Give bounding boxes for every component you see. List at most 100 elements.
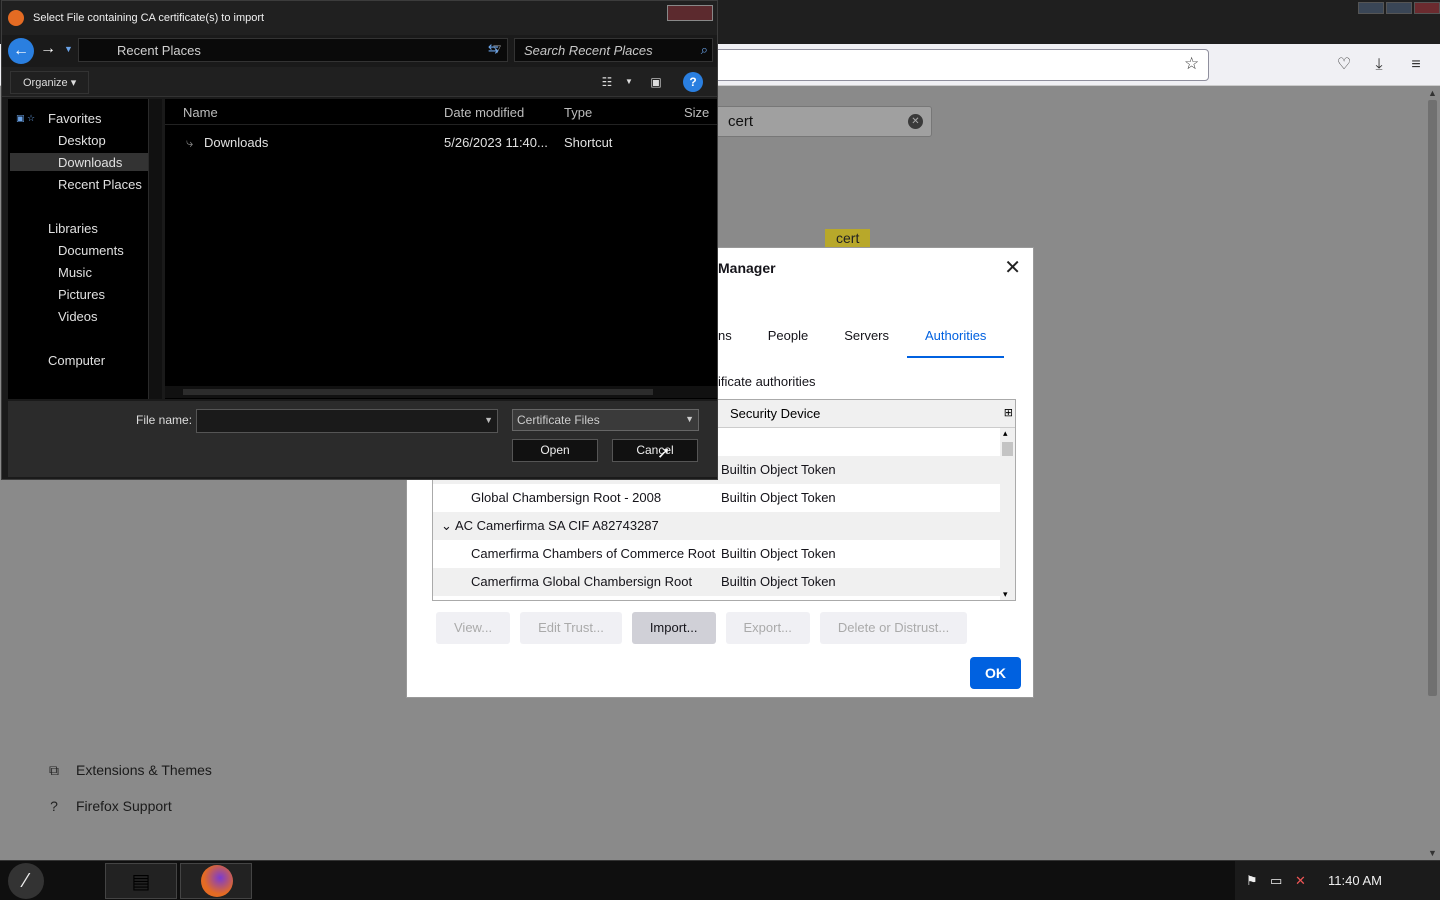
- navigation-pane: ▣ ☆ Favorites Desktop Downloads Recent Pl…: [8, 99, 162, 399]
- organize-button[interactable]: Organize ▾: [10, 71, 90, 94]
- column-type[interactable]: Type: [564, 105, 592, 120]
- view-button[interactable]: View...: [436, 612, 511, 644]
- page-scrollbar[interactable]: ▲ ▼: [1425, 86, 1440, 860]
- shortcut-icon: ⤷: [186, 135, 194, 150]
- nav-pictures[interactable]: Pictures: [58, 287, 105, 302]
- nav-libraries[interactable]: Libraries: [48, 221, 98, 236]
- url-bar[interactable]: ☆: [700, 49, 1209, 81]
- navigation-scrollbar[interactable]: [148, 99, 162, 399]
- nav-videos[interactable]: Videos: [58, 309, 98, 324]
- search-input[interactable]: Search Recent Places ⌕: [514, 38, 713, 62]
- history-dropdown-icon[interactable]: ▼: [64, 44, 73, 54]
- extensions-themes-link[interactable]: ⧉ Extensions & Themes: [46, 762, 212, 778]
- scroll-up-icon[interactable]: ▲: [1428, 88, 1437, 98]
- clear-search-icon[interactable]: ✕: [908, 114, 923, 129]
- address-text: Recent Places: [117, 43, 201, 58]
- cert-name: Global Chambersign Root - 2008: [471, 490, 662, 505]
- edit-trust-button[interactable]: Edit Trust...: [520, 612, 622, 644]
- firefox-icon: [201, 865, 233, 897]
- puzzle-icon: ⧉: [49, 762, 59, 778]
- cert-device: Builtin Object Token: [721, 490, 836, 505]
- minimize-button[interactable]: [1358, 2, 1384, 14]
- chevron-down-icon[interactable]: ▼: [484, 415, 493, 425]
- nav-recent-places[interactable]: Recent Places: [58, 177, 142, 192]
- scrollbar-thumb[interactable]: [183, 389, 653, 395]
- nav-music[interactable]: Music: [58, 265, 92, 280]
- scrollbar-thumb[interactable]: [1428, 100, 1437, 696]
- cert-device: Builtin Object Token: [721, 574, 836, 589]
- chevron-down-icon[interactable]: ⌄: [441, 518, 452, 534]
- nav-favorites[interactable]: ▣ ☆ Favorites: [16, 111, 101, 126]
- column-name[interactable]: Name: [183, 105, 218, 120]
- column-date-modified[interactable]: Date modified: [444, 105, 524, 120]
- table-row-group[interactable]: ⌄ AC Camerfirma SA CIF A82743287: [433, 512, 1000, 540]
- close-window-button[interactable]: [1414, 2, 1440, 14]
- nav-downloads[interactable]: Downloads: [58, 155, 122, 170]
- network-icon[interactable]: ▭: [1270, 873, 1282, 889]
- file-name-input[interactable]: ▼: [196, 409, 498, 433]
- address-bar[interactable]: Recent Places ▽: [78, 38, 508, 62]
- column-picker-icon[interactable]: ⊞: [1004, 406, 1013, 419]
- nav-label: Computer: [48, 353, 106, 368]
- flag-icon[interactable]: ⚑: [1246, 873, 1258, 889]
- forward-arrow-icon[interactable]: →: [40, 40, 56, 58]
- delete-distrust-button[interactable]: Delete or Distrust...: [819, 612, 968, 644]
- column-size[interactable]: Size: [684, 105, 709, 120]
- pocket-icon[interactable]: ♡: [1333, 54, 1355, 76]
- help-icon[interactable]: ?: [683, 72, 703, 92]
- maximize-button[interactable]: [1386, 2, 1412, 14]
- scroll-up-icon[interactable]: ▴: [1003, 428, 1008, 439]
- tab-bar: ns People Servers Authorities: [718, 316, 1005, 358]
- close-dialog-button[interactable]: [667, 5, 713, 21]
- clock[interactable]: 11:40 AM: [1328, 873, 1382, 888]
- scroll-down-icon[interactable]: ▾: [1003, 589, 1008, 600]
- command-bar: Organize ▾ ☷ ▼ ▣ ?: [2, 67, 717, 97]
- close-icon[interactable]: ✕: [1004, 258, 1021, 278]
- menu-icon[interactable]: ≡: [1405, 54, 1427, 76]
- ok-button[interactable]: OK: [970, 657, 1021, 689]
- file-open-dialog: Select File containing CA certificate(s)…: [1, 0, 718, 480]
- bookmark-star-icon[interactable]: ☆: [1184, 55, 1202, 73]
- file-type: Shortcut: [564, 135, 613, 150]
- scrollbar-thumb[interactable]: [1002, 442, 1013, 456]
- search-value: cert: [728, 113, 754, 130]
- download-icon[interactable]: ⤓: [1368, 54, 1390, 76]
- cert-device: Builtin Object Token: [721, 546, 836, 561]
- refresh-icon[interactable]: ⇆: [488, 41, 499, 57]
- nav-label: Downloads: [58, 155, 123, 170]
- tree-scrollbar[interactable]: ▴ ▾: [1000, 428, 1015, 600]
- open-button[interactable]: Open: [512, 439, 598, 462]
- file-type-select[interactable]: Certificate Files ▼: [512, 409, 699, 431]
- tab-your-certificates[interactable]: ns: [718, 316, 750, 358]
- import-button[interactable]: Import...: [631, 612, 716, 644]
- nav-desktop[interactable]: Desktop: [58, 133, 106, 148]
- view-dropdown-icon[interactable]: ▼: [618, 72, 640, 92]
- back-arrow-icon[interactable]: ←: [8, 38, 34, 64]
- file-name[interactable]: Downloads: [204, 135, 268, 150]
- export-button[interactable]: Export...: [725, 612, 810, 644]
- start-button[interactable]: ⁄: [8, 863, 44, 899]
- file-explorer-task[interactable]: ▤: [105, 863, 177, 899]
- tab-people[interactable]: People: [750, 316, 826, 358]
- nav-documents[interactable]: Documents: [58, 243, 124, 258]
- cancel-button[interactable]: Cancel: [612, 439, 698, 462]
- dialog-title: Select File containing CA certificate(s)…: [33, 12, 265, 24]
- expand-icon[interactable]: ▣ ☆: [16, 113, 35, 124]
- nav-label: Desktop: [58, 133, 106, 148]
- tab-authorities[interactable]: Authorities: [907, 316, 1005, 358]
- nav-computer[interactable]: Computer: [48, 353, 105, 368]
- system-tray: ⚑ ▭ ✕ 11:40 AM: [1235, 861, 1440, 900]
- chevron-down-icon[interactable]: ▼: [685, 414, 694, 424]
- table-row[interactable]: Camerfirma Global Chambersign Root Built…: [433, 568, 1000, 596]
- table-row[interactable]: Camerfirma Chambers of Commerce Root Bui…: [433, 540, 1000, 568]
- preview-pane-icon[interactable]: ▣: [645, 72, 667, 92]
- tab-servers[interactable]: Servers: [826, 316, 907, 358]
- horizontal-scrollbar[interactable]: [165, 386, 717, 398]
- firefox-support-link[interactable]: ? Firefox Support: [46, 798, 172, 814]
- column-security-device[interactable]: Security Device: [730, 406, 820, 421]
- settings-search-input[interactable]: cert ✕: [705, 106, 932, 137]
- scroll-down-icon[interactable]: ▼: [1428, 848, 1437, 858]
- view-options-icon[interactable]: ☷: [596, 72, 618, 92]
- table-row[interactable]: Global Chambersign Root - 2008 Builtin O…: [433, 484, 1000, 512]
- volume-muted-icon[interactable]: ✕: [1295, 873, 1306, 889]
